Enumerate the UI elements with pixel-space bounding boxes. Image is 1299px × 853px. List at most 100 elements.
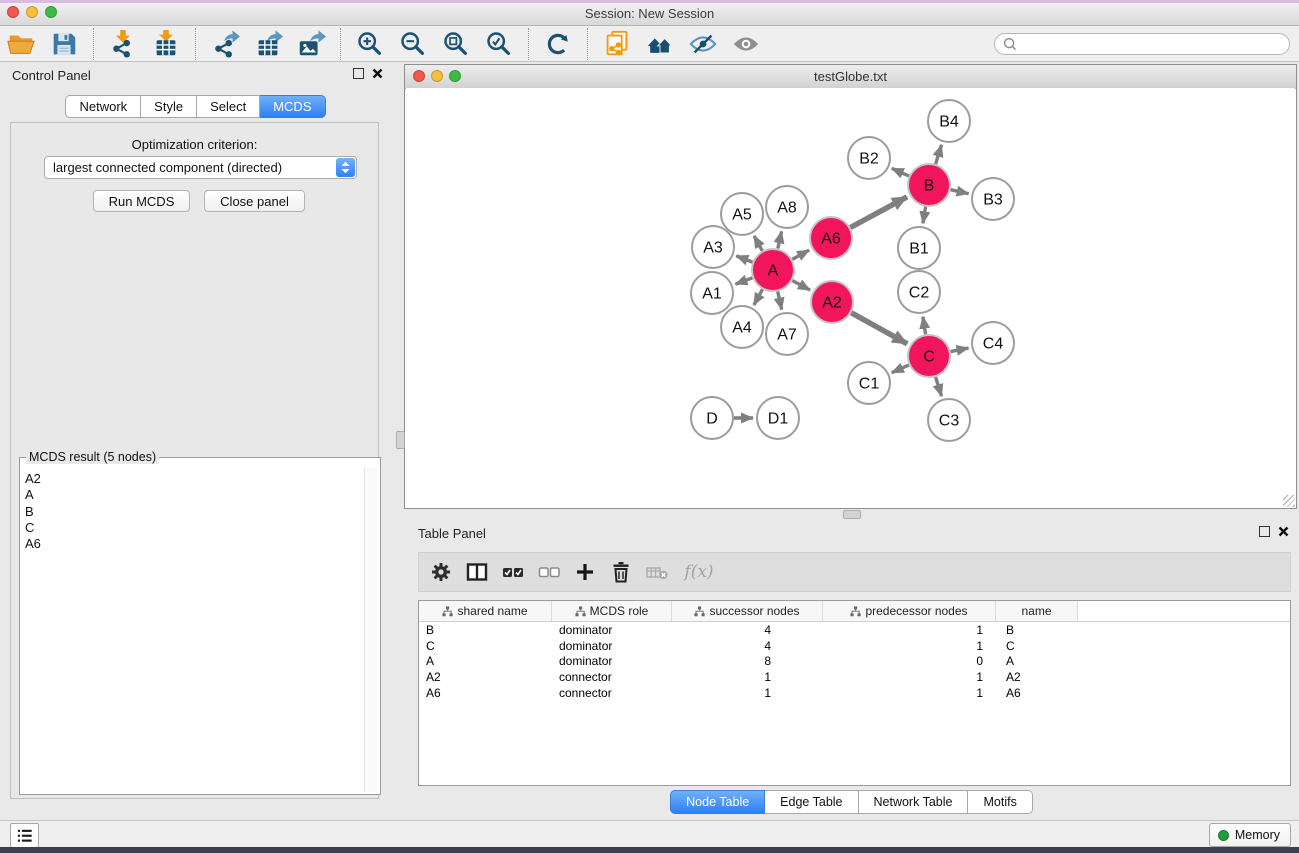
table-row[interactable]: Bdominator41B	[419, 622, 1290, 638]
zoom-in-button[interactable]	[353, 27, 387, 61]
export-network-button[interactable]	[208, 27, 242, 61]
tab-edge-table[interactable]: Edge Table	[765, 790, 858, 814]
float-table-panel-icon[interactable]	[1259, 526, 1270, 537]
mcds-result-item[interactable]: B	[25, 504, 364, 520]
edge-A6-B[interactable]	[850, 197, 907, 228]
node-A2[interactable]: A2	[811, 281, 853, 323]
open-session-button[interactable]	[4, 27, 38, 61]
settings-button[interactable]	[427, 558, 455, 586]
edge-A2-C[interactable]	[851, 313, 907, 344]
edge-A-A3[interactable]	[736, 256, 752, 262]
node-A3[interactable]: A3	[692, 226, 734, 268]
table-row[interactable]: Adominator80A	[419, 653, 1290, 669]
export-table-button[interactable]	[251, 27, 285, 61]
table-row[interactable]: A6connector11A6	[419, 685, 1290, 701]
node-B2[interactable]: B2	[848, 137, 890, 179]
task-history-button[interactable]	[10, 823, 39, 848]
function-builder-button[interactable]: f(x)	[679, 558, 719, 586]
resize-grip[interactable]	[1283, 495, 1295, 507]
column-header-predecessor-nodes[interactable]: predecessor nodes	[823, 601, 996, 621]
node-C3[interactable]: C3	[928, 399, 970, 441]
edge-C-C4[interactable]	[951, 348, 969, 352]
node-A8[interactable]: A8	[766, 186, 808, 228]
import-table-button[interactable]	[149, 27, 183, 61]
node-A7[interactable]: A7	[766, 313, 808, 355]
mcds-result-item[interactable]: C	[25, 520, 364, 536]
node-B3[interactable]: B3	[972, 178, 1014, 220]
import-network-button[interactable]	[106, 27, 140, 61]
new-network-from-selection-button[interactable]	[600, 27, 634, 61]
tab-motifs[interactable]: Motifs	[968, 790, 1032, 814]
search-input[interactable]	[1019, 34, 1289, 54]
add-button[interactable]	[571, 558, 599, 586]
column-header-successor-nodes[interactable]: successor nodes	[672, 601, 823, 621]
edge-B-B2[interactable]	[892, 168, 909, 176]
edge-A-A6[interactable]	[792, 250, 809, 259]
node-B1[interactable]: B1	[898, 227, 940, 269]
edge-B-B3[interactable]	[951, 190, 969, 194]
node-A[interactable]: A	[752, 249, 794, 291]
node-A5[interactable]: A5	[721, 193, 763, 235]
column-header-shared-name[interactable]: shared name	[419, 601, 552, 621]
select-all-button[interactable]	[499, 558, 527, 586]
node-B4[interactable]: B4	[928, 100, 970, 142]
vertical-splitter-handle[interactable]	[396, 431, 405, 449]
node-D[interactable]: D	[691, 397, 733, 439]
table-row[interactable]: A2connector11A2	[419, 669, 1290, 685]
edge-B-B4[interactable]	[936, 145, 942, 164]
node-B[interactable]: B	[908, 164, 950, 206]
tab-network-table[interactable]: Network Table	[859, 790, 969, 814]
tab-node-table[interactable]: Node Table	[670, 790, 765, 814]
deselect-all-button[interactable]	[535, 558, 563, 586]
split-panel-button[interactable]	[463, 558, 491, 586]
scrollbar-track[interactable]	[364, 468, 378, 792]
network-canvas[interactable]: AA1A2A3A4A5A6A7A8BB1B2B3B4CC1C2C3C4DD1	[406, 88, 1295, 507]
mcds-result-item[interactable]: A	[25, 487, 364, 503]
edge-A-A8[interactable]	[778, 231, 782, 248]
edge-A-A5[interactable]	[754, 236, 762, 251]
node-C2[interactable]: C2	[898, 271, 940, 313]
mcds-result-item[interactable]: A6	[25, 536, 364, 552]
tab-mcds[interactable]: MCDS	[260, 95, 325, 118]
home-button[interactable]	[643, 27, 677, 61]
edge-C-C1[interactable]	[892, 365, 909, 373]
float-panel-icon[interactable]	[353, 68, 364, 79]
node-A6[interactable]: A6	[810, 217, 852, 259]
edge-A-A7[interactable]	[778, 292, 782, 310]
edge-A-A1[interactable]	[735, 278, 752, 284]
zoom-selected-button[interactable]	[482, 27, 516, 61]
delete-button[interactable]	[607, 558, 635, 586]
node-C[interactable]: C	[908, 335, 950, 377]
column-header-name[interactable]: name	[996, 601, 1078, 621]
criterion-dropdown[interactable]: largest connected component (directed)	[44, 156, 357, 179]
edge-A-A2[interactable]	[792, 281, 810, 291]
hide-selected-button[interactable]	[686, 27, 720, 61]
edge-C-C2[interactable]	[923, 317, 926, 335]
tab-style[interactable]: Style	[141, 95, 197, 118]
zoom-out-button[interactable]	[396, 27, 430, 61]
zoom-fit-button[interactable]	[439, 27, 473, 61]
tab-select[interactable]: Select	[197, 95, 260, 118]
mcds-result-item[interactable]: A2	[25, 471, 364, 487]
edge-B-B1[interactable]	[923, 207, 926, 224]
node-A1[interactable]: A1	[691, 272, 733, 314]
close-panel-icon[interactable]	[372, 68, 383, 79]
node-C4[interactable]: C4	[972, 322, 1014, 364]
column-header-MCDS-role[interactable]: MCDS role	[552, 601, 672, 621]
run-mcds-button[interactable]: Run MCDS	[93, 190, 190, 212]
show-all-button[interactable]	[729, 27, 763, 61]
horizontal-splitter-handle[interactable]	[843, 510, 861, 519]
close-panel-button[interactable]: Close panel	[204, 190, 305, 212]
close-table-panel-icon[interactable]	[1278, 526, 1289, 537]
node-C1[interactable]: C1	[848, 362, 890, 404]
memory-button[interactable]: Memory	[1209, 823, 1291, 847]
delete-table-button[interactable]	[643, 558, 671, 586]
refresh-button[interactable]	[541, 27, 575, 61]
export-image-button[interactable]	[294, 27, 328, 61]
edge-A-A4[interactable]	[754, 289, 763, 305]
tab-network[interactable]: Network	[65, 95, 141, 118]
node-D1[interactable]: D1	[757, 397, 799, 439]
table-row[interactable]: Cdominator41C	[419, 638, 1290, 654]
save-session-button[interactable]	[47, 27, 81, 61]
edge-C-C3[interactable]	[936, 377, 942, 396]
